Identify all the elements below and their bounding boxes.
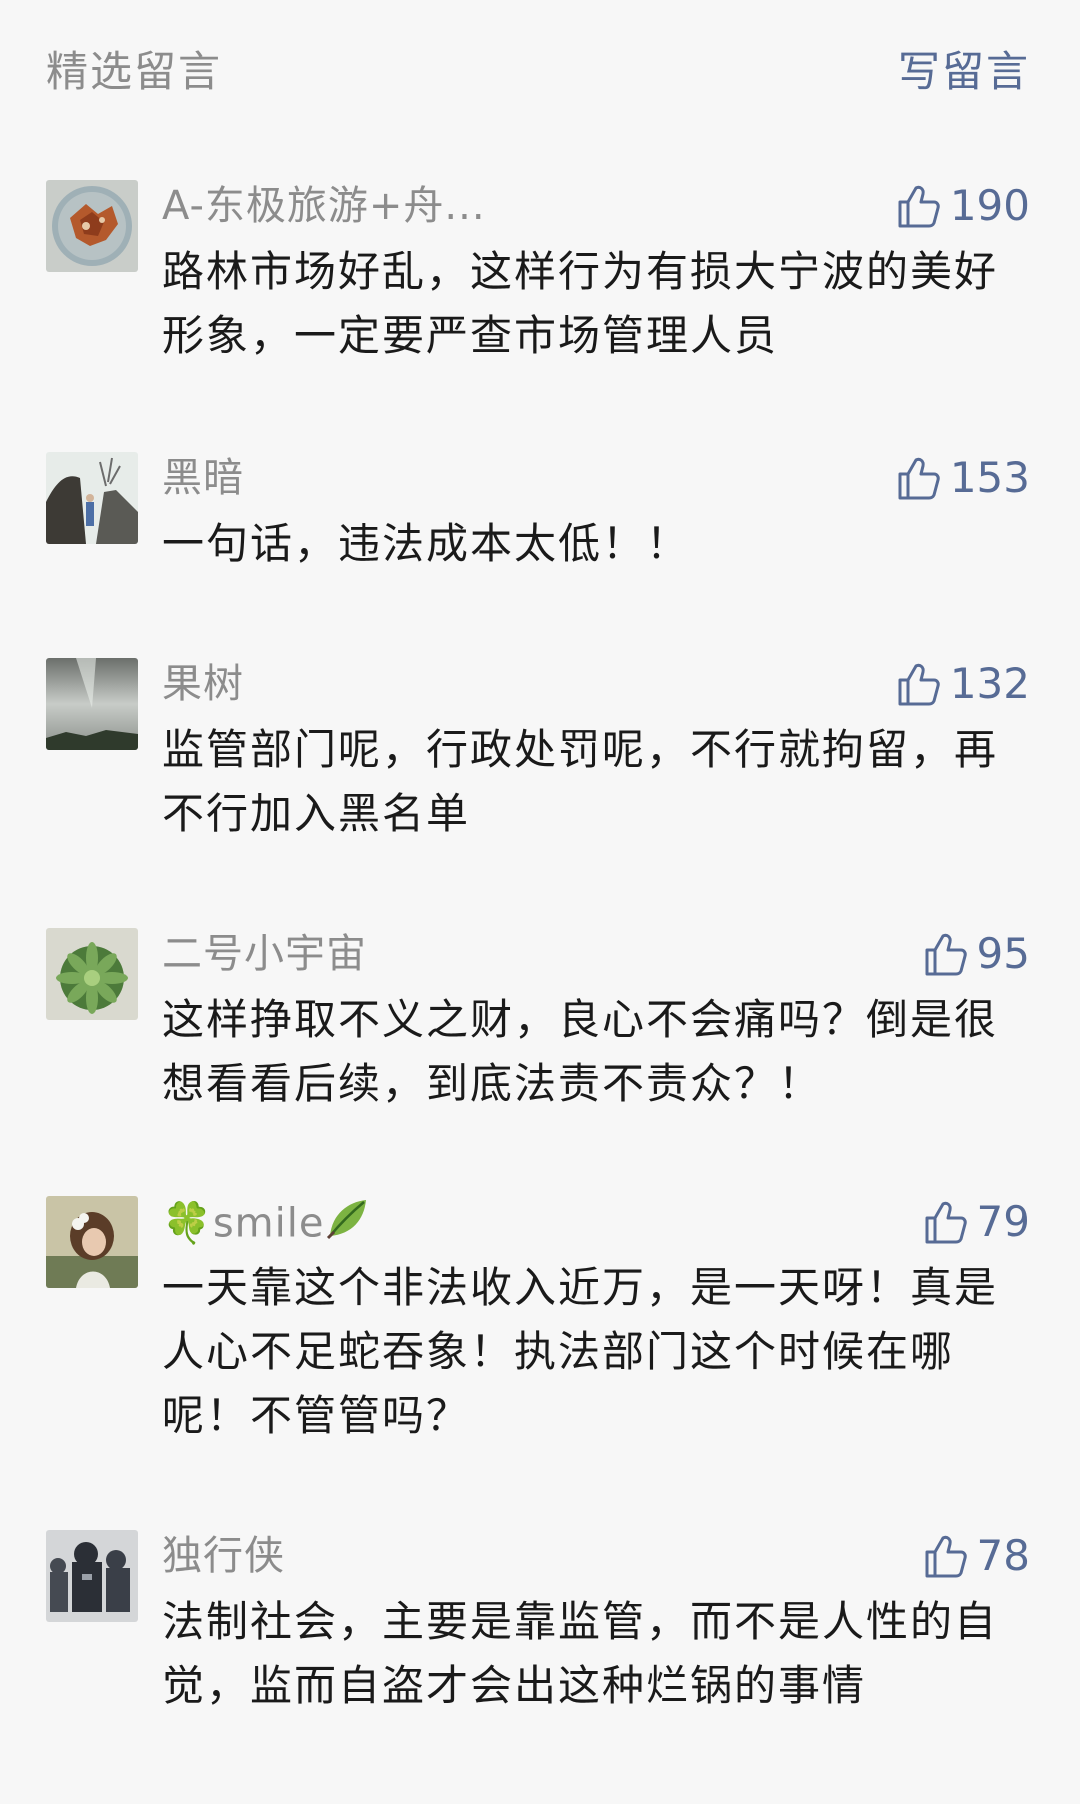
avatar-image [46, 928, 138, 1020]
avatar[interactable] [46, 1530, 138, 1622]
avatar-image [46, 180, 138, 272]
avatar[interactable] [46, 180, 138, 272]
avatar[interactable] [46, 658, 138, 750]
like-button[interactable]: 79 [921, 1194, 1030, 1250]
comment-author[interactable]: 🍀smile [162, 1196, 370, 1255]
thumbs-up-icon [925, 1201, 967, 1244]
thumbs-up-icon [898, 663, 940, 706]
avatar-image [46, 658, 138, 750]
like-count: 78 [976, 1531, 1030, 1580]
comment-text: 法制社会，主要是靠监管，而不是人性的自觉，监而自盗才会出这种烂锅的事情 [162, 1597, 999, 1710]
like-count: 79 [976, 1197, 1030, 1246]
avatar[interactable] [46, 928, 138, 1020]
thumbs-up-icon [925, 933, 967, 976]
avatar-image [46, 1530, 138, 1622]
comment-author[interactable]: A-东极旅游+舟... [162, 180, 486, 232]
like-button[interactable]: 78 [921, 1528, 1030, 1584]
comment-list: A-东极旅游+舟... 190 路林市场好乱，这样行为有损大宁波的美好形象，一定… [0, 0, 1080, 1804]
avatar[interactable] [46, 452, 138, 544]
clover-emoji: 🍀 [162, 1200, 213, 1247]
comment-author[interactable]: 果树 [162, 658, 244, 710]
like-count: 132 [949, 659, 1030, 708]
comment-author[interactable]: 二号小宇宙 [162, 928, 367, 980]
leaf-icon [324, 1196, 370, 1255]
like-count: 190 [949, 181, 1030, 230]
comment-text: 路林市场好乱，这样行为有损大宁波的美好形象，一定要严查市场管理人员 [162, 247, 999, 360]
like-button[interactable]: 190 [894, 178, 1030, 234]
comment-text: 一天靠这个非法收入近万，是一天呀！真是人心不足蛇吞象！执法部门这个时候在哪呢！不… [162, 1263, 999, 1440]
like-count: 95 [976, 929, 1030, 978]
like-count: 153 [949, 453, 1030, 502]
thumbs-up-icon [898, 185, 940, 228]
avatar-image [46, 1196, 138, 1288]
thumbs-up-icon [925, 1535, 967, 1578]
comment-text: 一句话，违法成本太低！！ [162, 519, 691, 568]
like-button[interactable]: 153 [894, 450, 1030, 506]
like-button[interactable]: 132 [894, 656, 1030, 712]
comment-author[interactable]: 黑暗 [162, 452, 244, 504]
comment-author-name: smile [212, 1200, 325, 1247]
comment-text: 这样挣取不义之财，良心不会痛吗？倒是很想看看后续，到底法责不责众？！ [162, 995, 999, 1108]
avatar[interactable] [46, 1196, 138, 1288]
thumbs-up-icon [898, 457, 940, 500]
comment-author[interactable]: 独行侠 [162, 1530, 285, 1582]
avatar-image [46, 452, 138, 544]
like-button[interactable]: 95 [921, 926, 1030, 982]
comment-text: 监管部门呢，行政处罚呢，不行就拘留，再不行加入黑名单 [162, 725, 999, 838]
